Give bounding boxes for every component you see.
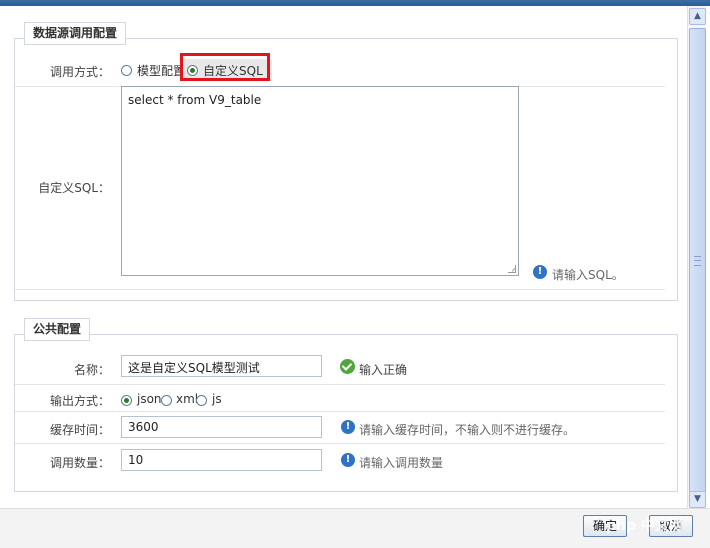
radio-custom-sql-label[interactable]: 自定义SQL bbox=[203, 62, 263, 79]
count-hint: 请输入调用数量 bbox=[359, 456, 444, 470]
sql-hint: 请输入SQL。 bbox=[552, 268, 624, 282]
radio-output-json-label[interactable]: json bbox=[137, 392, 162, 406]
row-divider bbox=[15, 411, 665, 412]
name-input[interactable]: 这是自定义SQL模型测试 bbox=[121, 355, 322, 377]
resize-handle-icon[interactable] bbox=[508, 265, 516, 273]
dialog-footer: 确定 取消 php 中文网 bbox=[0, 508, 710, 548]
common-legend: 公共配置 bbox=[24, 318, 91, 341]
radio-output-js-label[interactable]: js bbox=[212, 392, 222, 406]
info-icon: ! bbox=[533, 265, 547, 279]
sql-textarea[interactable]: select * from V9_table bbox=[121, 86, 519, 276]
count-input[interactable]: 10 bbox=[121, 449, 322, 471]
row-divider bbox=[15, 384, 665, 385]
dialog-content: 数据源调用配置 调用方式： 模型配置 自定义SQL 自定义SQL： select… bbox=[0, 6, 686, 502]
scroll-down-icon[interactable]: ▼ bbox=[689, 491, 706, 508]
vertical-scrollbar[interactable]: ▲ ▼ bbox=[687, 6, 706, 508]
info-icon: ! bbox=[341, 453, 355, 467]
common-fieldset bbox=[14, 334, 678, 492]
radio-custom-sql[interactable] bbox=[187, 65, 198, 76]
cache-label: 缓存时间： bbox=[49, 423, 110, 437]
info-icon: ! bbox=[341, 420, 355, 434]
row-divider bbox=[15, 443, 665, 444]
custom-sql-label: 自定义SQL： bbox=[38, 181, 110, 195]
scroll-up-icon[interactable]: ▲ bbox=[689, 8, 706, 25]
grip-icon bbox=[694, 256, 701, 266]
datasource-legend: 数据源调用配置 bbox=[24, 22, 127, 45]
name-label: 名称： bbox=[73, 363, 110, 377]
radio-output-js[interactable] bbox=[196, 395, 207, 406]
radio-model-config-label[interactable]: 模型配置 bbox=[137, 62, 185, 79]
output-label: 输出方式： bbox=[49, 394, 110, 408]
radio-output-xml-label[interactable]: xml bbox=[176, 392, 198, 406]
scroll-thumb[interactable] bbox=[689, 28, 706, 493]
check-icon bbox=[340, 359, 355, 374]
radio-model-config[interactable] bbox=[121, 65, 132, 76]
call-mode-label: 调用方式： bbox=[49, 65, 110, 79]
cache-hint: 请输入缓存时间，不输入则不进行缓存。 bbox=[359, 423, 576, 437]
name-status: 输入正确 bbox=[359, 363, 408, 377]
row-divider bbox=[15, 289, 665, 290]
watermark: php 中文网 bbox=[606, 518, 683, 534]
cache-input[interactable]: 3600 bbox=[121, 416, 322, 438]
radio-output-xml[interactable] bbox=[161, 395, 172, 406]
sql-text: select * from V9_table bbox=[128, 93, 262, 107]
radio-output-json[interactable] bbox=[121, 395, 132, 406]
count-label: 调用数量： bbox=[49, 456, 110, 470]
